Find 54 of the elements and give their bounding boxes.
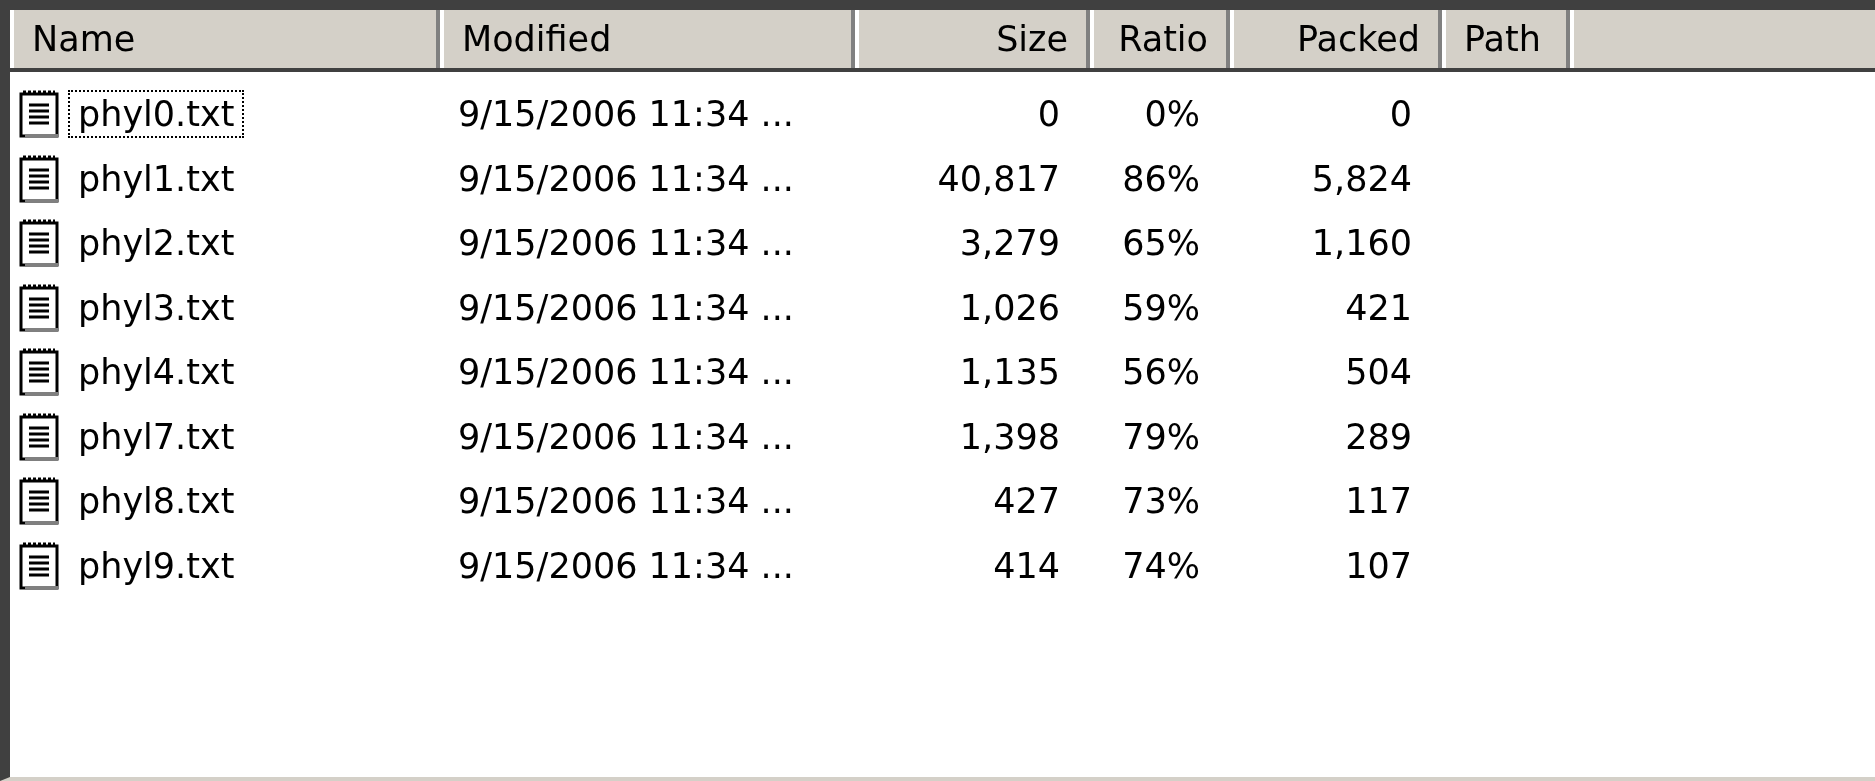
table-cell: 56% — [1122, 352, 1200, 393]
table-cell: 117 — [1345, 481, 1412, 522]
table-cell: 5,824 — [1311, 158, 1412, 199]
table-cell: 59% — [1122, 287, 1200, 328]
table-cell: 9/15/2006 11:34 ... — [458, 352, 794, 393]
table-cell: 107 — [1345, 545, 1412, 586]
column-header[interactable]: Path — [1442, 10, 1570, 68]
table-cell: 9/15/2006 11:34 ... — [458, 158, 794, 199]
file-name[interactable]: phyl2.txt — [68, 219, 245, 268]
column-header[interactable]: Size — [855, 10, 1090, 68]
text-file-icon — [18, 89, 62, 140]
table-cell: 9/15/2006 11:34 ... — [458, 545, 794, 586]
table-cell: 1,135 — [959, 352, 1060, 393]
column-header[interactable]: Ratio — [1090, 10, 1230, 68]
table-cell: 65% — [1122, 223, 1200, 264]
table-cell: 1,160 — [1311, 223, 1412, 264]
text-file-icon — [18, 347, 62, 398]
table-cell: 1,026 — [959, 287, 1060, 328]
table-cell: 414 — [993, 545, 1060, 586]
text-file-icon — [18, 411, 62, 462]
file-name[interactable]: phyl3.txt — [68, 283, 245, 332]
table-cell: 86% — [1122, 158, 1200, 199]
table-cell: 0 — [1037, 94, 1060, 135]
column-header[interactable]: Packed — [1230, 10, 1442, 68]
file-name[interactable]: phyl4.txt — [68, 348, 245, 397]
table-cell: 0% — [1144, 94, 1200, 135]
table-cell: 74% — [1122, 545, 1200, 586]
table-cell: 3,279 — [959, 223, 1060, 264]
table-cell: 9/15/2006 11:34 ... — [458, 416, 794, 457]
column-header[interactable]: Modified — [440, 10, 855, 68]
table-cell: 9/15/2006 11:34 ... — [458, 481, 794, 522]
table-cell: 9/15/2006 11:34 ... — [458, 223, 794, 264]
column-header[interactable]: Name — [10, 10, 440, 68]
table-cell: 73% — [1122, 481, 1200, 522]
table-cell: 9/15/2006 11:34 ... — [458, 287, 794, 328]
text-file-icon — [18, 282, 62, 333]
file-name[interactable]: phyl7.txt — [68, 412, 245, 461]
table-cell: 504 — [1345, 352, 1412, 393]
file-name[interactable]: phyl0.txt — [68, 90, 245, 139]
table-cell: 9/15/2006 11:34 ... — [458, 94, 794, 135]
table-cell: 427 — [993, 481, 1060, 522]
table-cell: 289 — [1345, 416, 1412, 457]
file-name[interactable]: phyl9.txt — [68, 541, 245, 590]
table-cell: 421 — [1345, 287, 1412, 328]
text-file-icon — [18, 540, 62, 591]
file-name[interactable]: phyl1.txt — [68, 154, 245, 203]
table-cell: 40,817 — [937, 158, 1060, 199]
text-file-icon — [18, 153, 62, 204]
text-file-icon — [18, 218, 62, 269]
file-name[interactable]: phyl8.txt — [68, 477, 245, 526]
table-cell: 79% — [1122, 416, 1200, 457]
text-file-icon — [18, 476, 62, 527]
table-cell: 0 — [1389, 94, 1412, 135]
table-cell: 1,398 — [959, 416, 1060, 457]
